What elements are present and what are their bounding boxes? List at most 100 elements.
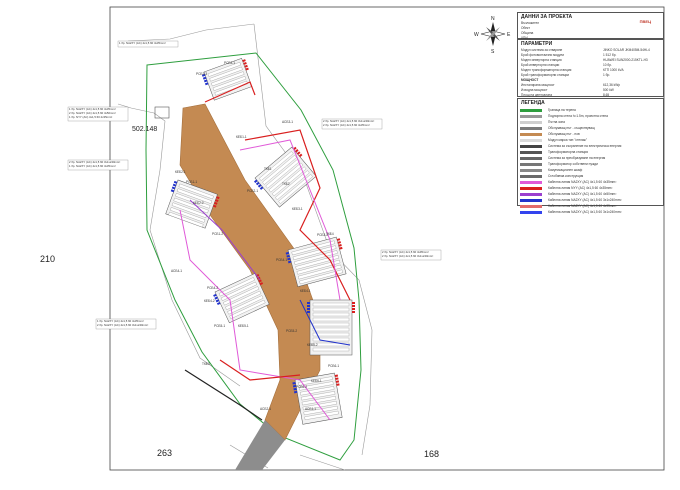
string-label: ТКБ3 xyxy=(202,362,210,366)
cable-callout: 1 бр. NA2XY (AC) 4x1,5 60 4x35mm²2 бр. N… xyxy=(95,318,157,330)
legend-title: ЛЕГЕНДА xyxy=(521,100,545,106)
cable-callout: 1 бр. NA2XY (AC) 4x1,5 60 4x35mm²2 бр. N… xyxy=(67,106,129,122)
legend-swatch xyxy=(520,192,542,196)
string-label: АСБ3-1 xyxy=(282,120,293,124)
parcel-label: 168 xyxy=(424,449,439,459)
string-label: РСБ2-1 xyxy=(247,189,258,193)
string-label: ТКБ1 xyxy=(264,167,272,171)
project-data-rows: Възложител Обект Община УПИ ... xyxy=(518,21,663,41)
string-label: АСБ4-1 xyxy=(171,269,182,273)
inverter-mark xyxy=(352,308,355,310)
legend-item: Кабелна линия NA2XY (AC) 4x1,5 60 3x1x24… xyxy=(518,209,663,215)
string-label: РСБ1-1 xyxy=(186,180,197,184)
road-edge xyxy=(184,369,263,421)
inverter-mark xyxy=(203,79,208,83)
legend-label: Система за преобразуване на енергия xyxy=(548,156,606,160)
string-label: ТКБ4 xyxy=(326,232,334,236)
parameters-panel: ПАРАМЕТРИ Модул система за отваряне JINKO… xyxy=(517,39,664,97)
string-label: РСБ4-1 xyxy=(276,258,287,262)
legend-label: Кабелна линия NA2XY (AC) 4x1,5 60 4x35mm… xyxy=(548,180,617,184)
string-label: КЕБ6-1 xyxy=(311,379,322,383)
legend-panel: ЛЕГЕНДА Граница на терена Подпорна стена … xyxy=(517,98,664,214)
inverter-mark xyxy=(338,244,342,247)
company-logo: ПВЕЦ xyxy=(639,19,651,24)
legend-swatch xyxy=(520,198,542,202)
inverter-mark xyxy=(245,67,249,71)
string-label: КЕБ2-1 xyxy=(175,170,186,174)
legend-swatch xyxy=(520,144,542,148)
string-label: КЕБ3-1 xyxy=(292,207,303,211)
compass-s: S xyxy=(491,49,495,55)
inverter-mark xyxy=(242,59,246,63)
string-label: РСБ6-2 xyxy=(296,385,307,389)
inverter-mark xyxy=(307,311,310,313)
legend-swatch xyxy=(520,120,542,124)
legend-label: Модул марка тип "стелаж" xyxy=(548,138,587,142)
legend-swatch xyxy=(520,138,542,142)
drawing-sheet: РСБ2-3 РСБ3-1 КЕБ1-1 КЕБ2-1 КЕБ2-2 РСБ2-1 ТКБ1… xyxy=(0,0,680,485)
string-label: ТКБ2 xyxy=(282,182,290,186)
parcel-label: 210 xyxy=(40,254,55,264)
legend-swatch xyxy=(520,210,542,214)
legend-swatch xyxy=(520,204,542,208)
legend-label: Трансформатор собствени нужди xyxy=(548,162,598,166)
string-label: РСБ4-2 xyxy=(207,286,218,290)
string-label: РСБ5-2 xyxy=(286,329,297,333)
inverter-mark xyxy=(244,64,248,68)
string-label: РСБ6-1 xyxy=(328,364,339,368)
string-label: КЕБ2-2 xyxy=(193,201,204,205)
legend-label: Пътна зона xyxy=(548,120,565,124)
inverter-mark xyxy=(336,238,341,241)
legend-label: Кабелна линия NA2XY (AC) 4x1,5 60 3x1x24… xyxy=(548,210,622,214)
callout-line: 1 бр. NA2XY (AC) 4x1,5 60 4x35mm² xyxy=(119,41,166,45)
north-arrow: N S E W xyxy=(474,16,511,55)
inverter-mark xyxy=(243,61,247,65)
callout-line: 2 бр. NA2XY (AC) 4x1,5 60 3x1x240mm² xyxy=(97,323,148,327)
cable-callout: 1 бр. NA2XY (AC) 4x1,5 60 4x35mm² xyxy=(117,40,179,48)
inverter-mark xyxy=(336,383,340,386)
legend-swatch xyxy=(520,150,542,154)
string-label: КЕБ1-1 xyxy=(236,135,247,139)
parameters-rows: Модул система за отваряне JINKO SOLAR JKM… xyxy=(518,48,663,98)
inverter-mark xyxy=(352,311,355,313)
string-label: КЕБ5-1 xyxy=(238,324,249,328)
legend-label: Обслужващ път - нов xyxy=(548,132,580,136)
legend-label: Комуникационен шкаф xyxy=(548,168,583,172)
legend-label: Сглобяема конструкция xyxy=(548,174,584,178)
parameters-title: ПАРАМЕТРИ xyxy=(521,41,553,47)
legend-rows: Граница на терена Подпорна стена h=1.5m, … xyxy=(518,107,663,215)
cable-callout: 2 бр. NA2XY (AC) 4x1,5 60 4x95mm²2 бр. N… xyxy=(380,249,442,261)
parcel-label: 502.148 xyxy=(132,126,157,133)
legend-swatch xyxy=(520,180,542,184)
inverter-mark xyxy=(352,305,355,307)
legend-swatch xyxy=(520,162,542,166)
string-label: КЕБ4-2 xyxy=(204,299,215,303)
inverter-mark xyxy=(307,302,310,304)
callout-line: 1 бр. NA2XY (AC) 4x1,5 60 4x35mm² xyxy=(69,164,116,168)
inverter-mark xyxy=(335,377,339,380)
legend-swatch xyxy=(520,126,542,130)
cable-callout: 2 бр. NA2XY (AC) 4x1,5 60 3x1x240mm²2 бр… xyxy=(321,118,383,130)
string-label: АСБ2-1 xyxy=(260,407,271,411)
string-label: РСБ1-2 xyxy=(212,232,223,236)
legend-label: Кабелна линия NA2XY (AC) 4x1,5 60 4x50mm… xyxy=(548,192,617,196)
inverter-mark xyxy=(170,189,175,193)
legend-swatch xyxy=(520,114,542,118)
string-label: РСБ2-3 xyxy=(196,72,207,76)
legend-swatch xyxy=(520,108,542,112)
inverter-mark xyxy=(335,380,340,383)
inverter-mark xyxy=(173,180,178,184)
compass-n: N xyxy=(491,16,495,22)
inverter-mark xyxy=(172,183,177,187)
string-label: РСБ5-1 xyxy=(214,324,225,328)
legend-label: Кабелна линия NYY (AC) 4x1,5 60 4x35mm² xyxy=(548,186,613,190)
legend-swatch xyxy=(520,186,542,190)
legend-label: Граница на терена xyxy=(548,108,576,112)
inverter-mark xyxy=(307,308,310,310)
inverter-mark xyxy=(171,186,176,190)
legend-label: Система за съхранение на електрическа ен… xyxy=(548,144,622,148)
callout-line: 2 бр. NA2XY (AC) 4x1,5 60 4x35mm² xyxy=(323,123,370,127)
legend-label: Кабелна линия NA2XY (AC) 4x1,5 60 4x95mm… xyxy=(548,204,617,208)
legend-label: Обслужващ път - съществуващ xyxy=(548,126,595,130)
inverter-mark xyxy=(339,246,343,250)
